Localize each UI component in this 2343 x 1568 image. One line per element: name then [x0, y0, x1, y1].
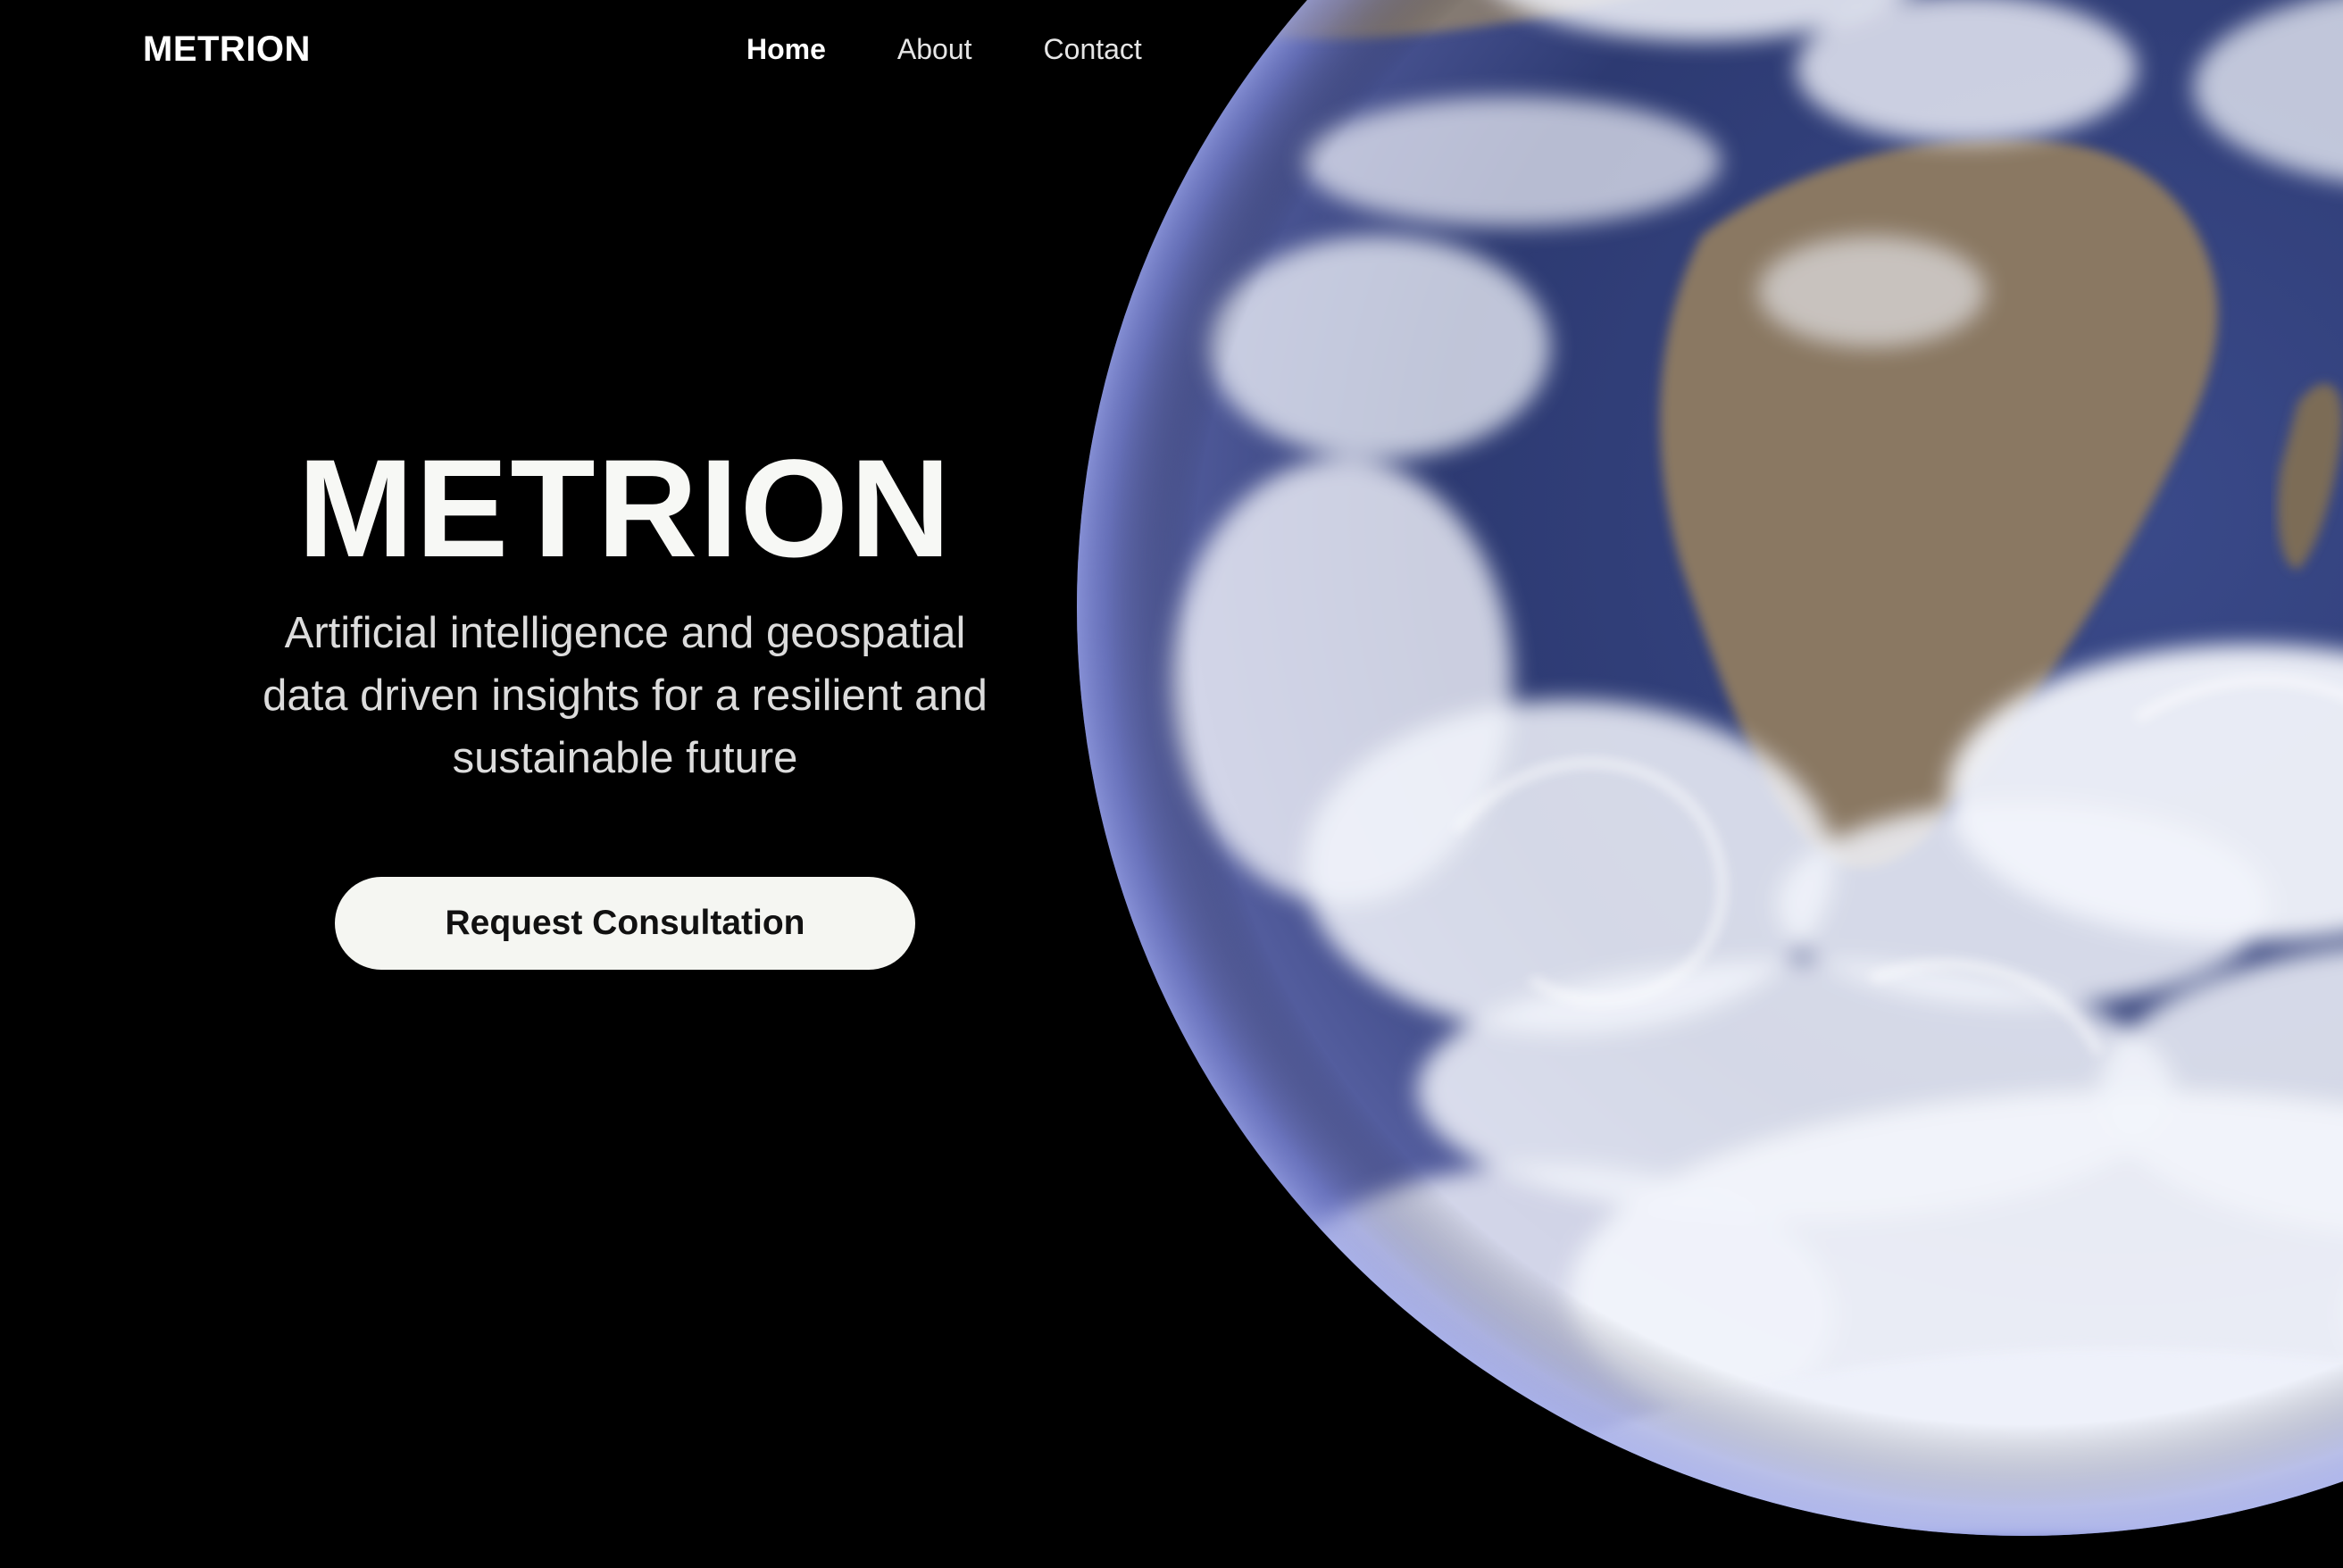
hero-subtitle: Artificial intelligence and geospatial d…: [263, 609, 988, 782]
landing-page: METRION Home About Contact METRION Artif…: [0, 0, 2343, 1568]
main-nav: Home About Contact: [746, 31, 1142, 67]
hero-section: METRION Artificial intelligence and geos…: [179, 429, 1071, 970]
nav-link-home[interactable]: Home: [746, 31, 826, 67]
nav-link-contact[interactable]: Contact: [1044, 31, 1142, 67]
nav-link-about[interactable]: About: [897, 31, 972, 67]
request-consultation-button[interactable]: Request Consultation: [335, 877, 915, 970]
earth-globe-graphic: [1077, 0, 2343, 1536]
brand-logo[interactable]: METRION: [143, 28, 311, 71]
site-header: METRION Home About Contact: [0, 0, 2343, 100]
earth-image: [1077, 0, 2343, 1536]
hero-title: METRION: [297, 431, 953, 587]
